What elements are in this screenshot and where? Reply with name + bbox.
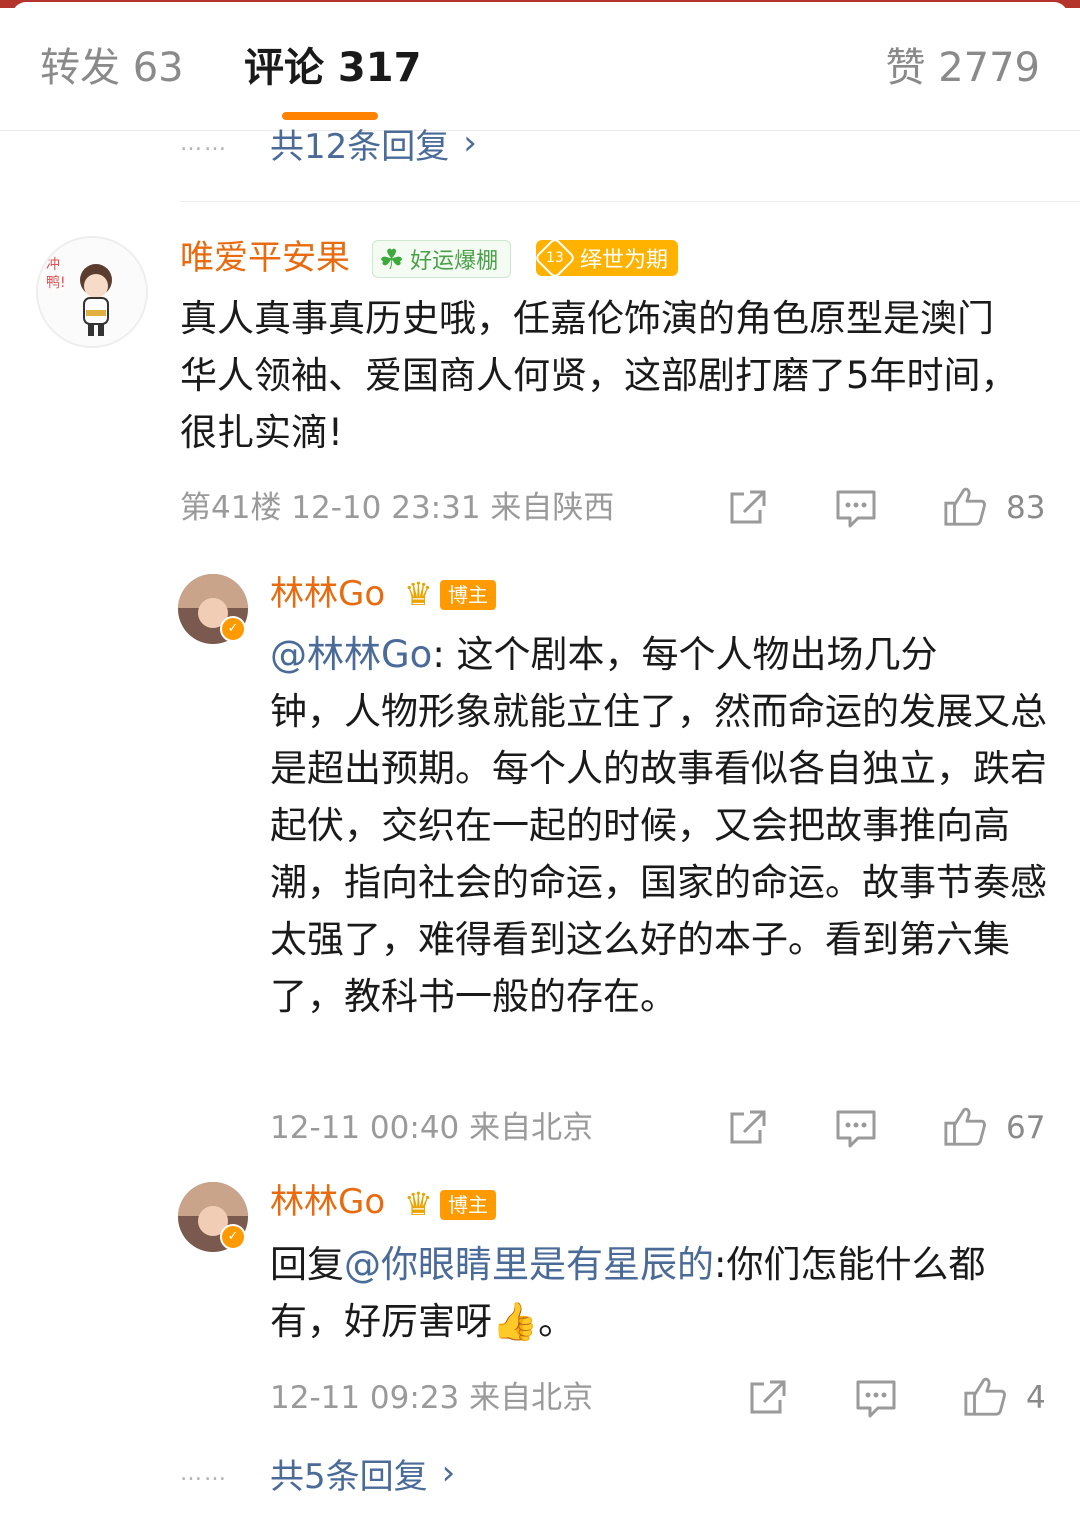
share-icon[interactable] <box>726 1106 770 1150</box>
dots: …… <box>180 1460 228 1486</box>
like-icon[interactable] <box>942 1104 988 1148</box>
like-count: 4 <box>1026 1380 1046 1416</box>
like-count: 83 <box>1006 490 1046 526</box>
like-count: 67 <box>1006 1110 1046 1146</box>
share-icon[interactable] <box>726 486 770 530</box>
reply-username[interactable]: 林林Go <box>270 572 385 616</box>
more-replies-label[interactable]: 共5条回复 <box>270 1449 428 1498</box>
tab-likes[interactable]: 赞 2779 <box>885 40 1040 96</box>
share-icon[interactable] <box>746 1376 790 1420</box>
crown-icon: ♛ <box>404 1185 433 1223</box>
verified-icon: ✓ <box>220 1224 246 1250</box>
tab-reposts[interactable]: 转发 63 <box>40 40 184 96</box>
clover-icon: ☘ <box>379 242 405 276</box>
mention-link[interactable]: @林林Go <box>270 633 432 676</box>
tab-comments[interactable]: 评论 317 <box>244 40 421 96</box>
chevron-right-icon: › <box>441 1453 456 1493</box>
badge-anniversary-label: 绎世为期 <box>580 248 669 273</box>
thumbs-up-emoji: 👍 <box>492 1300 539 1343</box>
comment-icon[interactable] <box>854 1376 898 1420</box>
mention-link[interactable]: @你眼睛里是有星辰的 <box>344 1243 714 1286</box>
badge-anniversary[interactable]: 13 绎世为期 <box>533 236 679 280</box>
reply-text: @林林Go: 这个剧本，每个人物出场几分 钟，人物形象就能立住了，然而命运的发展又… <box>270 633 1047 1018</box>
more-replies-top[interactable]: …… 共12条回复 › <box>180 118 477 168</box>
avatar[interactable]: 冲鸭! <box>36 236 148 348</box>
comment-meta: 第41楼 12-10 23:31 来自陕西 <box>180 490 615 526</box>
dots: …… <box>180 130 228 156</box>
year-icon: 13 <box>533 236 577 280</box>
verified-icon: ✓ <box>220 616 246 642</box>
badge-lucky-label: 好运爆棚 <box>410 249 499 274</box>
comment-icon[interactable] <box>834 1106 878 1150</box>
more-replies-bottom[interactable]: …… 共5条回复 › <box>180 1448 455 1498</box>
host-badge: 博主 <box>440 580 496 610</box>
reply-username[interactable]: 林林Go <box>270 1180 385 1224</box>
like-icon[interactable] <box>942 484 988 528</box>
chevron-right-icon: › <box>463 123 477 163</box>
comment-username[interactable]: 唯爱平安果 <box>180 236 350 280</box>
crown-icon: ♛ <box>404 575 433 613</box>
host-badge: 博主 <box>440 1190 496 1220</box>
reply-meta: 12-11 00:40 来自北京 <box>270 1110 594 1146</box>
comment-icon[interactable] <box>834 486 878 530</box>
reply-meta: 12-11 09:23 来自北京 <box>270 1380 594 1416</box>
divider <box>180 201 1080 202</box>
badge-lucky[interactable]: ☘ 好运爆棚 <box>372 240 512 278</box>
reply-text: 回复@你眼睛里是有星辰的:你们怎能什么都有，好厉害呀👍。 <box>270 1243 986 1343</box>
more-replies-label[interactable]: 共12条回复 <box>270 119 449 168</box>
avatar-text: 冲鸭! <box>46 257 66 291</box>
like-icon[interactable] <box>962 1374 1008 1418</box>
tab-bar: 转发 63 评论 317 赞 2779 <box>0 8 1080 131</box>
comment-text: 真人真事真历史哦，任嘉伦饰演的角色原型是澳门华人领袖、爱国商人何贤，这部剧打磨了… <box>180 297 1018 454</box>
